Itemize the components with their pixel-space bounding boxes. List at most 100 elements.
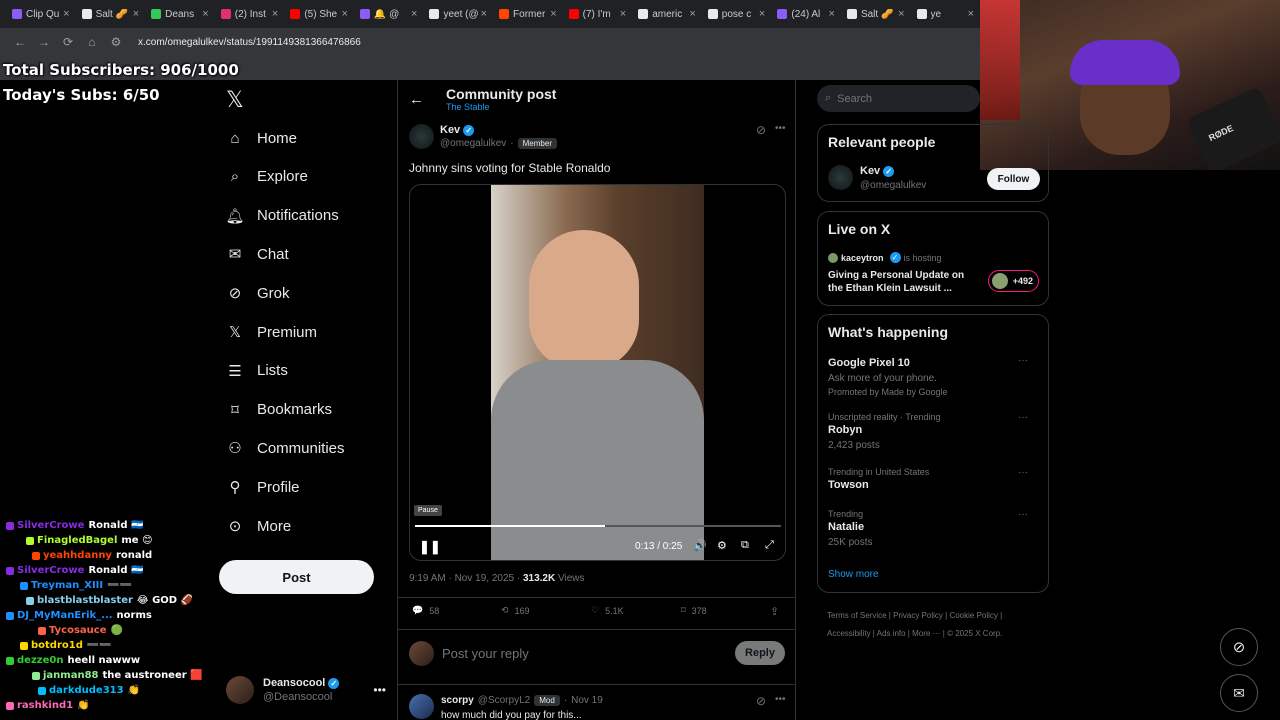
nav-item-premium[interactable]: 𝕏 Premium (226, 318, 317, 346)
tab-close-icon[interactable]: × (898, 8, 904, 20)
nav-item-home[interactable]: ⌂ Home (226, 124, 297, 152)
back-arrow-icon[interactable]: ← (409, 91, 424, 108)
tab-close-icon[interactable]: × (689, 8, 695, 20)
volume-icon[interactable]: 🔊 (693, 539, 707, 552)
footer-link[interactable]: Accessibility (827, 629, 871, 638)
video-progress-track[interactable] (415, 525, 781, 527)
tab-close-icon[interactable]: × (411, 8, 417, 20)
relevant-name[interactable]: Kev (860, 165, 880, 177)
footer-link[interactable]: Terms of Service (827, 611, 887, 620)
repost-action[interactable]: ⟲ 169 (501, 605, 530, 616)
more-dots-icon[interactable]: ··· (1018, 412, 1028, 423)
follow-button[interactable]: Follow (987, 168, 1040, 190)
browser-tab[interactable]: Deans × (145, 0, 215, 28)
reply-input[interactable]: Post your reply (442, 646, 529, 661)
tab-close-icon[interactable]: × (202, 8, 208, 20)
url-text[interactable]: x.com/omegalulkev/status/199114938136647… (138, 37, 361, 48)
chat-username[interactable]: janman88 (43, 670, 99, 681)
browser-tab[interactable]: ye × (911, 0, 980, 28)
more-dots-icon[interactable]: ··· (1018, 509, 1028, 520)
live-space-title[interactable]: Giving a Personal Update on the Ethan Kl… (828, 269, 973, 295)
live-listeners-pill[interactable]: +492 (988, 270, 1039, 292)
pause-icon[interactable]: ❚❚ (419, 539, 441, 555)
chat-username[interactable]: Tycosauce (49, 625, 106, 636)
browser-tab[interactable]: americ × (632, 0, 702, 28)
browser-tab[interactable]: Former × (493, 0, 563, 28)
avatar[interactable] (409, 124, 434, 149)
account-switcher[interactable]: Deansocool ✓ @Deansocool ••• (226, 674, 386, 706)
reply-button[interactable]: Reply (735, 641, 785, 665)
chat-username[interactable]: SilverCrowe (17, 565, 84, 576)
more-dots-icon[interactable]: ••• (775, 123, 786, 134)
nav-item-grok[interactable]: ⊘ Grok (226, 279, 290, 307)
tab-close-icon[interactable]: × (620, 8, 626, 20)
browser-tab[interactable]: Clip Qu × (6, 0, 76, 28)
browser-tab[interactable]: Salt 🥜 × (76, 0, 146, 28)
browser-tab[interactable]: (7) I'm × (563, 0, 633, 28)
footer-link[interactable]: Cookie Policy (949, 611, 997, 620)
live-host[interactable]: kaceytron (841, 253, 884, 263)
grok-icon[interactable]: ⊘ (756, 694, 766, 708)
reply-date[interactable]: Nov 19 (571, 695, 603, 706)
browser-tab[interactable]: 🔔 @ × (354, 0, 424, 28)
trend-item[interactable]: Unscripted reality · Trending Robyn 2,423 … (828, 412, 1038, 451)
chat-username[interactable]: botdro1d (31, 640, 83, 651)
browser-tab[interactable]: (2) Inst × (215, 0, 285, 28)
nav-item-explore[interactable]: ⌕ Explore (226, 163, 308, 191)
site-info-icon[interactable]: ⚙ (104, 35, 128, 49)
chat-username[interactable]: darkdude313 (49, 685, 124, 696)
footer-link[interactable]: More ··· (912, 629, 940, 638)
browser-tab[interactable]: (24) Al × (771, 0, 841, 28)
tab-close-icon[interactable]: × (550, 8, 556, 20)
nav-item-bookmarks[interactable]: ⌑ Bookmarks (226, 396, 332, 424)
search-input[interactable]: ⌕ Search (817, 85, 980, 112)
like-action[interactable]: ♡ 5.1K (591, 605, 624, 616)
footer-link[interactable]: © 2025 X Corp. (947, 629, 1002, 638)
browser-tab[interactable]: (5) She × (284, 0, 354, 28)
tab-close-icon[interactable]: × (341, 8, 347, 20)
tab-close-icon[interactable]: × (829, 8, 835, 20)
chat-username[interactable]: rashkind1 (17, 700, 73, 711)
nav-item-more[interactable]: ⊙ More (226, 512, 291, 540)
fullscreen-icon[interactable]: ⤢ (765, 539, 774, 552)
community-name[interactable]: The Stable (446, 102, 490, 112)
tab-close-icon[interactable]: × (968, 8, 974, 20)
chat-username[interactable]: SilverCrowe (17, 520, 84, 531)
relevant-handle[interactable]: @omegalulkev (860, 180, 926, 191)
post-author[interactable]: Kev (440, 124, 460, 136)
settings-gear-icon[interactable]: ⚙ (717, 539, 727, 552)
nav-item-notifications[interactable]: 🔔︎ Notifications (225, 202, 338, 230)
reload-icon[interactable]: ⟳ (56, 35, 80, 49)
browser-tab[interactable]: yeet (@ × (423, 0, 493, 28)
chat-username[interactable]: yeahhdanny (43, 550, 112, 561)
show-more-link[interactable]: Show more (828, 569, 879, 580)
chat-username[interactable]: Treyman_XIII (31, 580, 103, 591)
more-dots-icon[interactable]: ··· (1018, 355, 1028, 366)
footer-link[interactable]: Ads info (877, 629, 906, 638)
tab-close-icon[interactable]: × (133, 8, 139, 20)
video-player[interactable]: Pause ❚❚ 0:13 / 0:25 🔊 ⚙ ⧉ ⤢ (409, 184, 786, 561)
tab-close-icon[interactable]: × (272, 8, 278, 20)
post-timestamp[interactable]: 9:19 AM · Nov 19, 2025 · (409, 573, 523, 584)
forward-arrow-icon[interactable]: → (32, 35, 56, 49)
browser-tab[interactable]: pose c × (702, 0, 772, 28)
envelope-icon[interactable]: ✉ (1220, 674, 1258, 712)
post-button[interactable]: Post (219, 560, 374, 594)
x-logo-icon[interactable]: 𝕏 (226, 88, 244, 113)
chat-username[interactable]: FinagledBagel (37, 535, 117, 546)
reply-action[interactable]: 💬 58 (412, 605, 439, 616)
avatar[interactable] (828, 165, 853, 190)
trend-item[interactable]: Trending Natalie 25K posts ··· (828, 509, 1038, 548)
trend-item[interactable]: Trending in United States Towson ··· (828, 467, 1038, 491)
nav-item-communities[interactable]: ⚇ Communities (226, 434, 344, 462)
grok-icon[interactable]: ⊘ (756, 123, 766, 137)
picture-in-picture-icon[interactable]: ⧉ (741, 539, 749, 552)
nav-item-lists[interactable]: ☰ Lists (226, 357, 288, 385)
tab-close-icon[interactable]: × (481, 8, 487, 20)
more-dots-icon[interactable]: ··· (1018, 467, 1028, 478)
chat-username[interactable]: blastblastblaster (37, 595, 133, 606)
post-handle[interactable]: @omegalulkev (440, 138, 506, 149)
reply-handle[interactable]: @ScorpyL2 (478, 695, 530, 706)
nav-item-chat[interactable]: ✉ Chat (226, 240, 289, 268)
footer-link[interactable]: Privacy Policy (893, 611, 943, 620)
